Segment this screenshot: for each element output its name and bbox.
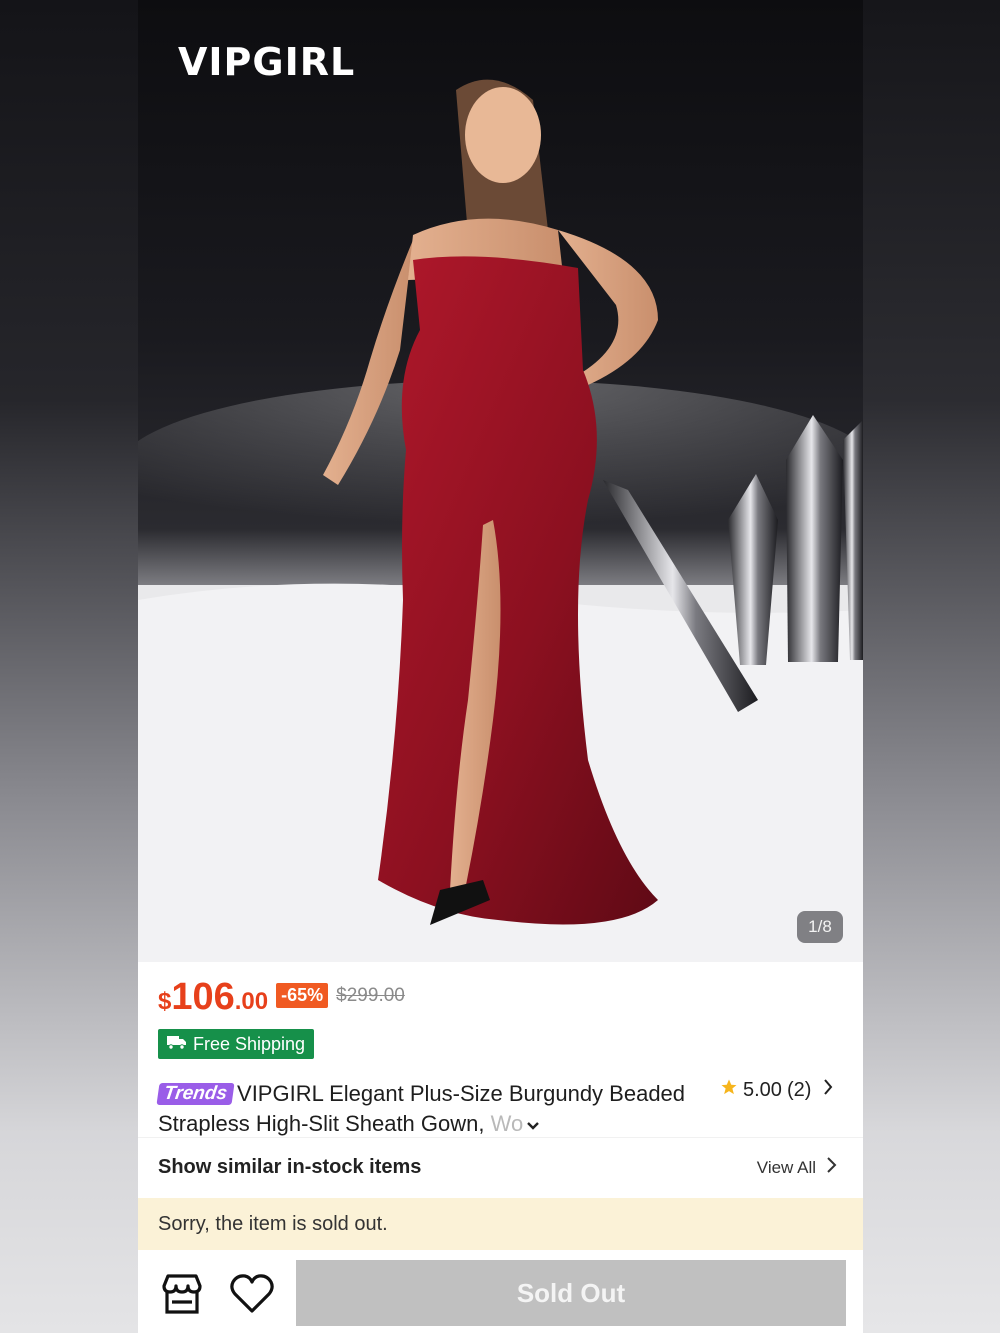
store-button[interactable]	[158, 1270, 206, 1318]
image-counter: 1/8	[797, 911, 843, 943]
free-shipping-label: Free Shipping	[193, 1033, 306, 1054]
heart-icon	[228, 1274, 276, 1321]
view-all-link[interactable]: View All	[757, 1156, 837, 1179]
product-image-carousel[interactable]: VIPGIRL 1/8	[138, 0, 863, 962]
rating-summary[interactable]: 5.00 (2)	[720, 1078, 834, 1102]
store-icon	[158, 1274, 206, 1321]
background-right	[863, 0, 1000, 1333]
chevron-right-icon	[822, 1078, 834, 1102]
wishlist-button[interactable]	[228, 1270, 276, 1318]
chevron-down-icon[interactable]	[525, 1110, 541, 1140]
product-page: VIPGIRL 1/8 $106.00 -65% $299.00 Free Sh…	[138, 0, 863, 1333]
star-icon	[720, 1078, 738, 1102]
similar-items-row[interactable]: Show similar in-stock items View All	[138, 1137, 863, 1197]
product-title-truncated: Wo	[490, 1111, 524, 1136]
chevron-right-icon	[826, 1156, 837, 1179]
rating-count: (2)	[786, 1078, 812, 1101]
price-decimal: .00	[234, 988, 269, 1015]
price-currency: $	[158, 988, 172, 1015]
truck-icon	[166, 1034, 188, 1055]
discount-badge: -65%	[276, 983, 329, 1008]
current-price: $106.00	[158, 976, 268, 1019]
product-title[interactable]: Trends VIPGIRL Elegant Plus-Size Burgundy…	[156, 1079, 688, 1140]
rating-score: 5.00	[743, 1078, 782, 1101]
price-integer: 106	[171, 976, 235, 1018]
product-title-text: VIPGIRL Elegant Plus-Size Burgundy Beade…	[158, 1081, 686, 1136]
brand-logo: VIPGIRL	[178, 40, 356, 84]
view-all-label: View All	[756, 1157, 816, 1177]
product-photo	[138, 79, 863, 962]
sold-out-notice: Sorry, the item is sold out.	[138, 1198, 863, 1250]
trends-badge: Trends	[156, 1083, 235, 1105]
original-price: $299.00	[336, 985, 405, 1006]
background-left	[0, 0, 138, 1333]
similar-items-label: Show similar in-stock items	[158, 1156, 422, 1178]
sold-out-button[interactable]: Sold Out	[296, 1260, 846, 1326]
free-shipping-badge: Free Shipping	[158, 1029, 315, 1059]
bottom-action-bar: Sold Out	[138, 1250, 863, 1333]
price-row: $106.00 -65% $299.00	[158, 976, 405, 1020]
